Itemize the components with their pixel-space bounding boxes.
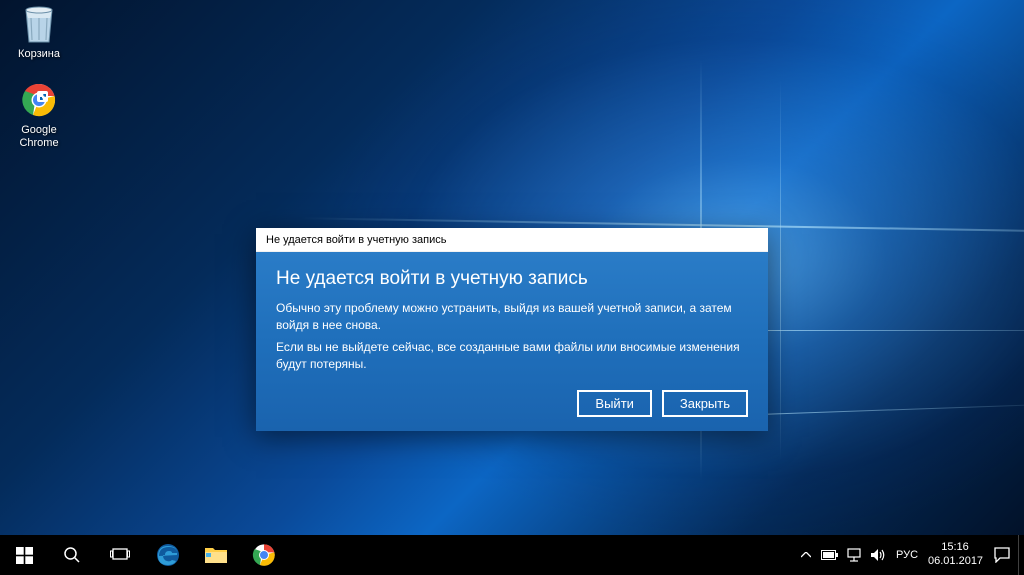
search-button[interactable]	[48, 535, 96, 575]
desktop-icon-recycle-bin[interactable]: Корзина	[2, 4, 76, 61]
tray-volume[interactable]	[866, 535, 890, 575]
taskbar-app-edge[interactable]	[144, 535, 192, 575]
dialog-text-2: Если вы не выйдете сейчас, все созданные…	[276, 339, 748, 374]
recycle-bin-icon	[19, 4, 59, 44]
dialog-body: Не удается войти в учетную запись Обычно…	[256, 252, 768, 431]
dialog-text-1: Обычно эту проблему можно устранить, вый…	[276, 300, 748, 335]
shortcut-arrow-icon	[37, 91, 48, 102]
desktop-icon-label: Google Chrome	[2, 124, 76, 150]
dialog-titlebar: Не удается войти в учетную запись	[256, 228, 768, 252]
taskbar-app-chrome[interactable]	[240, 535, 288, 575]
taskbar-left	[0, 535, 288, 575]
battery-icon	[821, 550, 839, 561]
taskbar-right: РУС 15:16 06.01.2017	[794, 535, 1024, 575]
desktop-icon-chrome[interactable]: Google Chrome	[2, 80, 76, 150]
tray-clock[interactable]: 15:16 06.01.2017	[924, 541, 986, 569]
task-view-button[interactable]	[96, 535, 144, 575]
tray-chevron-up[interactable]	[794, 535, 818, 575]
dialog-heading: Не удается войти в учетную запись	[276, 268, 748, 290]
taskbar: РУС 15:16 06.01.2017	[0, 535, 1024, 575]
tray-language[interactable]: РУС	[890, 535, 924, 575]
taskbar-app-file-explorer[interactable]	[192, 535, 240, 575]
show-desktop-button[interactable]	[1018, 535, 1024, 575]
task-view-icon	[110, 547, 130, 563]
volume-icon	[870, 548, 886, 562]
dialog-button-row: Выйти Закрыть	[276, 390, 748, 417]
tray-action-center[interactable]	[986, 535, 1018, 575]
chrome-icon	[252, 543, 276, 567]
folder-icon	[204, 545, 228, 565]
windows-logo-icon	[16, 547, 33, 564]
action-center-icon	[994, 547, 1010, 563]
tray-network[interactable]	[842, 535, 866, 575]
desktop-icon-label: Корзина	[2, 48, 76, 61]
signin-error-dialog: Не удается войти в учетную запись Не уда…	[256, 228, 768, 431]
tray-date: 06.01.2017	[928, 555, 982, 569]
chevron-up-icon	[801, 552, 811, 558]
start-button[interactable]	[0, 535, 48, 575]
edge-icon	[155, 542, 181, 568]
search-icon	[63, 546, 81, 564]
tray-time: 15:16	[928, 541, 982, 555]
signout-button[interactable]: Выйти	[577, 390, 652, 417]
tray-battery[interactable]	[818, 535, 842, 575]
network-icon	[846, 548, 862, 562]
close-button[interactable]: Закрыть	[662, 390, 748, 417]
chrome-icon	[19, 80, 59, 120]
